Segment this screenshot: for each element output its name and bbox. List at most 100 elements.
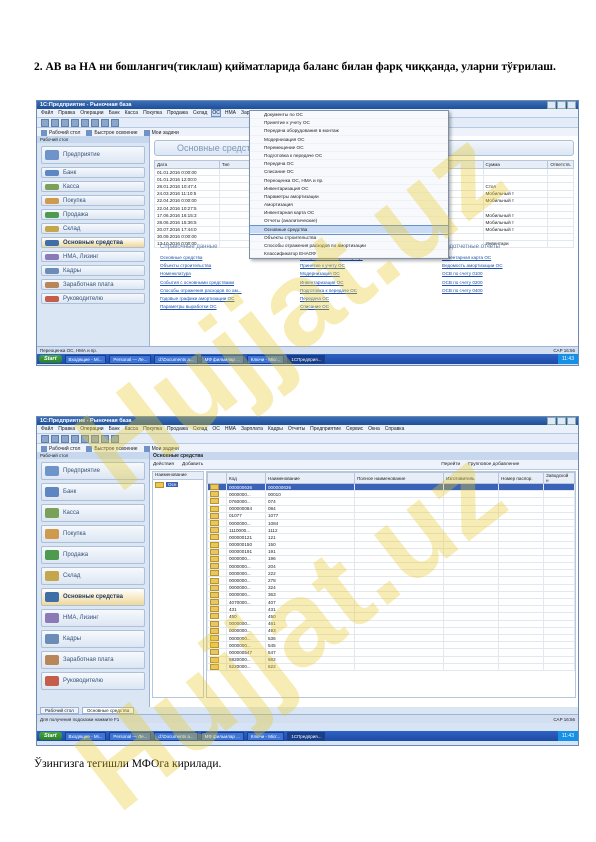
menu-item[interactable]: Принятие к учету ОС [250, 119, 448, 128]
goto-button[interactable]: Перейти [441, 462, 460, 467]
sidebar-item-sales[interactable]: Продажа [41, 546, 145, 564]
save-icon[interactable] [61, 434, 69, 443]
menu-operations[interactable]: Операции [80, 426, 103, 432]
sidebar-item-salary[interactable]: Заработная плата [41, 279, 145, 290]
sidebar-item-fixed-assets[interactable]: Основные средства [41, 588, 145, 606]
table-row[interactable]: 1110000... 1112 [207, 526, 575, 535]
sidebar-item-manager[interactable]: Руководителю [41, 293, 145, 304]
print-icon[interactable] [111, 118, 119, 127]
sidebar-item-purchase[interactable]: Покупка [41, 195, 145, 206]
menu-warehouse[interactable]: Склад [193, 426, 207, 432]
sidebar-item-staff[interactable]: Кадры [41, 630, 145, 648]
table-row[interactable]: 000000547 547 [207, 648, 575, 657]
copy-icon[interactable] [81, 118, 89, 127]
table-row[interactable]: 000000191 191 [207, 547, 575, 556]
taskbar-item-active[interactable]: 1СПредприя... [287, 731, 326, 741]
sidebar-item-purchase[interactable]: Покупка [41, 525, 145, 543]
taskbar-item[interactable]: Входящие - Mi... [64, 731, 107, 741]
menu-item[interactable]: Документы по ОС [250, 111, 448, 120]
sidebar-item-enterprise[interactable]: Предприятие [41, 146, 145, 164]
table-row[interactable]: 5820000... 582 [207, 655, 575, 664]
copy-icon[interactable] [81, 434, 89, 443]
link-fixed-assets[interactable]: Основные средства [160, 254, 242, 262]
sidebar-item-bank[interactable]: Банк [41, 167, 145, 178]
add-button[interactable]: Добавить [182, 462, 203, 467]
sidebar-item-staff[interactable]: Кадры [41, 265, 145, 276]
link-inventory-card[interactable]: Инвентарная карта ОС [442, 254, 503, 262]
menu-cash[interactable]: Касса [125, 110, 138, 116]
col-passport[interactable]: Номер паспор. [498, 472, 544, 484]
menu-item[interactable]: Модернизация ОС [250, 136, 448, 144]
start-button[interactable]: Start [39, 732, 62, 740]
menu-item[interactable]: Инвентарная карта ОС [250, 209, 448, 218]
link-osv-0200[interactable]: ОСВ по счету 0200 [442, 279, 503, 287]
close-button[interactable] [567, 417, 576, 425]
desktop-button[interactable]: Рабочий стол [41, 445, 80, 452]
col-sum[interactable]: Сумма [482, 160, 549, 169]
table-row[interactable]: 000000636 000000636 [207, 482, 575, 492]
menu-edit[interactable]: Правка [58, 110, 75, 116]
tree-root[interactable]: Осн [153, 480, 203, 490]
sidebar-item-nma[interactable]: НМА, Лизинг [41, 251, 145, 262]
taskbar-item[interactable]: d:\Documents a... [154, 731, 198, 741]
taskbar-item[interactable]: Входящие - Mi... [64, 354, 107, 364]
sidebar-item-manager[interactable]: Руководителю [41, 672, 145, 690]
menu-item[interactable]: Амортизация [250, 201, 448, 210]
col-full-name[interactable]: Полное наименование [354, 472, 444, 484]
taskbar-item[interactable]: Personal — Ле... [109, 354, 152, 364]
link-accept[interactable]: Принятие к учету ОС [300, 262, 363, 270]
menu-bank[interactable]: Банк [109, 110, 120, 116]
maximize-button[interactable] [557, 101, 566, 109]
find-icon[interactable] [101, 434, 109, 443]
menu-os[interactable]: ОС [211, 109, 221, 117]
sidebar-item-bank[interactable]: Банк [41, 483, 145, 501]
menu-item[interactable]: Передача оборудования в монтаж [250, 127, 448, 136]
minimize-button[interactable] [547, 417, 556, 425]
menu-operations[interactable]: Операции [80, 110, 103, 116]
link-depreciation-schedules[interactable]: Годовые графики амортизации ОС [160, 295, 242, 303]
open-icon[interactable] [51, 434, 59, 443]
menu-bank[interactable]: Банк [109, 426, 120, 432]
open-icon[interactable] [51, 118, 59, 127]
menu-item[interactable]: Классификатор ЕНАОФ [250, 250, 448, 259]
taskbar-item[interactable]: Personal — Ле... [109, 731, 152, 741]
table-row[interactable]: 01077 1077 [207, 511, 575, 520]
menu-sales[interactable]: Продажа [167, 110, 188, 116]
link-events[interactable]: События с основными средствами [160, 279, 242, 287]
link-writeoff[interactable]: Списание ОС [300, 303, 363, 311]
maximize-button[interactable] [557, 417, 566, 425]
menu-service[interactable]: Сервис [346, 426, 363, 432]
paste-icon[interactable] [91, 118, 99, 127]
close-button[interactable] [567, 101, 576, 109]
new-icon[interactable] [41, 434, 49, 443]
menu-nma[interactable]: НМА [225, 426, 236, 432]
table-row[interactable]: 0000000... 324 [207, 583, 575, 592]
sidebar-item-enterprise[interactable]: Предприятие [41, 462, 145, 480]
taskbar-item[interactable]: МФ фильмлар ... [200, 731, 244, 741]
find-icon[interactable] [101, 118, 109, 127]
menu-file[interactable]: Файл [41, 110, 53, 116]
tab-desktop[interactable]: Рабочий стол [40, 707, 79, 714]
link-prepare-transfer[interactable]: Подготовка к передаче ОС [300, 287, 363, 295]
menu-enterprise[interactable]: Предприятие [310, 426, 341, 432]
quick-start-button[interactable]: Быстрое освоение [86, 445, 138, 452]
start-button[interactable]: Start [39, 355, 62, 363]
table-row[interactable]: 000000121 121 [207, 533, 575, 542]
menu-staff[interactable]: Кадры [268, 426, 283, 432]
link-modernization[interactable]: Модернизация ОС [300, 270, 363, 278]
table-row[interactable]: 0000000... 1084 [207, 518, 575, 528]
menu-item-highlighted[interactable]: Основные средства [249, 224, 449, 235]
table-row[interactable]: 0000000... 196 [207, 554, 575, 564]
sidebar-item-warehouse[interactable]: Склад [41, 223, 145, 234]
tab-fixed-assets[interactable]: Основные средства [81, 707, 135, 714]
menu-reports[interactable]: Отчеты [288, 426, 305, 432]
table-row[interactable]: 4070000... 407 [207, 597, 575, 607]
sidebar-item-nma[interactable]: НМА, Лизинг [41, 609, 145, 627]
link-inventory[interactable]: Инвентаризация ОС [300, 279, 363, 287]
taskbar-item[interactable]: Ключи - Micr... [246, 731, 285, 741]
menu-sales[interactable]: Продажа [167, 426, 188, 432]
sidebar-item-cash[interactable]: Касса [41, 181, 145, 192]
table-row[interactable]: 000000150 150 [207, 540, 575, 549]
link-depreciation-sheet[interactable]: Ведомость амортизации ОС [442, 262, 503, 270]
sidebar-item-warehouse[interactable]: Склад [41, 567, 145, 585]
